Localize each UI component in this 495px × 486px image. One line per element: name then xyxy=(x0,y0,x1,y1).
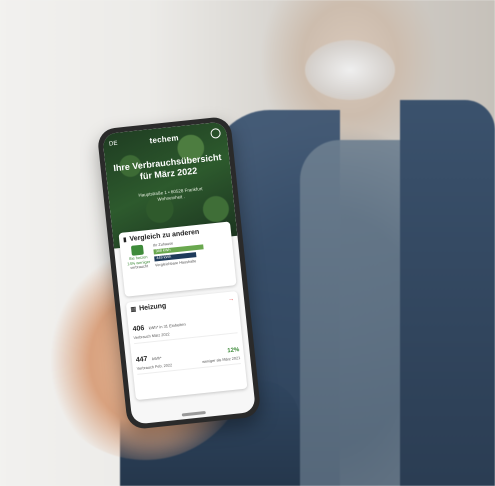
jacket-right xyxy=(400,100,495,486)
heating-unit-prev: kWh* xyxy=(151,355,162,362)
heating-value-prev: 447 xyxy=(135,355,148,364)
language-toggle[interactable]: DE xyxy=(109,141,118,148)
hero-title: Ihre Verbrauchsübersicht für März 2022 xyxy=(112,151,222,182)
heating-row-current: 406 kWh* in 31 Einheiten Verbrauch März … xyxy=(131,307,238,345)
heating-value-current: 406 xyxy=(132,324,145,334)
heating-title: Heizung xyxy=(138,302,167,313)
chart-icon: ▮ xyxy=(122,237,127,244)
home-indicator xyxy=(181,410,207,417)
phone-screen: DE techem Ihre Verbrauchsübersicht für M… xyxy=(102,121,256,425)
heating-card[interactable]: ▥ Heizung → 406 kWh* in 31 Einheiten Ver… xyxy=(125,291,248,401)
heating-sub-prev: Verbrauch Feb. 2022 xyxy=(136,363,173,371)
comparison-card[interactable]: ▮ Vergleich zu anderen Sie heizen 14% we… xyxy=(118,221,237,297)
face-area xyxy=(305,40,395,100)
change-label: weniger als März 2021 xyxy=(202,356,241,365)
techem-logo: techem xyxy=(149,132,180,145)
arrow-icon[interactable]: → xyxy=(228,296,235,303)
change-percent: 12% xyxy=(227,347,240,355)
top-bar: DE techem xyxy=(109,127,222,151)
user-icon[interactable] xyxy=(210,127,222,139)
radiator-icon: ▥ xyxy=(130,306,137,314)
heating-unit-current: kWh* in 31 Einheiten xyxy=(148,321,186,331)
hero-subtitle: Hauptstraße 1 • 60528 Frankfurt Wohneinh… xyxy=(115,184,228,208)
heating-row-prev: 447 kWh* Verbrauch Feb. 2022 12% weniger… xyxy=(134,338,241,375)
comparison-rest-label: verbraucht xyxy=(130,264,149,271)
